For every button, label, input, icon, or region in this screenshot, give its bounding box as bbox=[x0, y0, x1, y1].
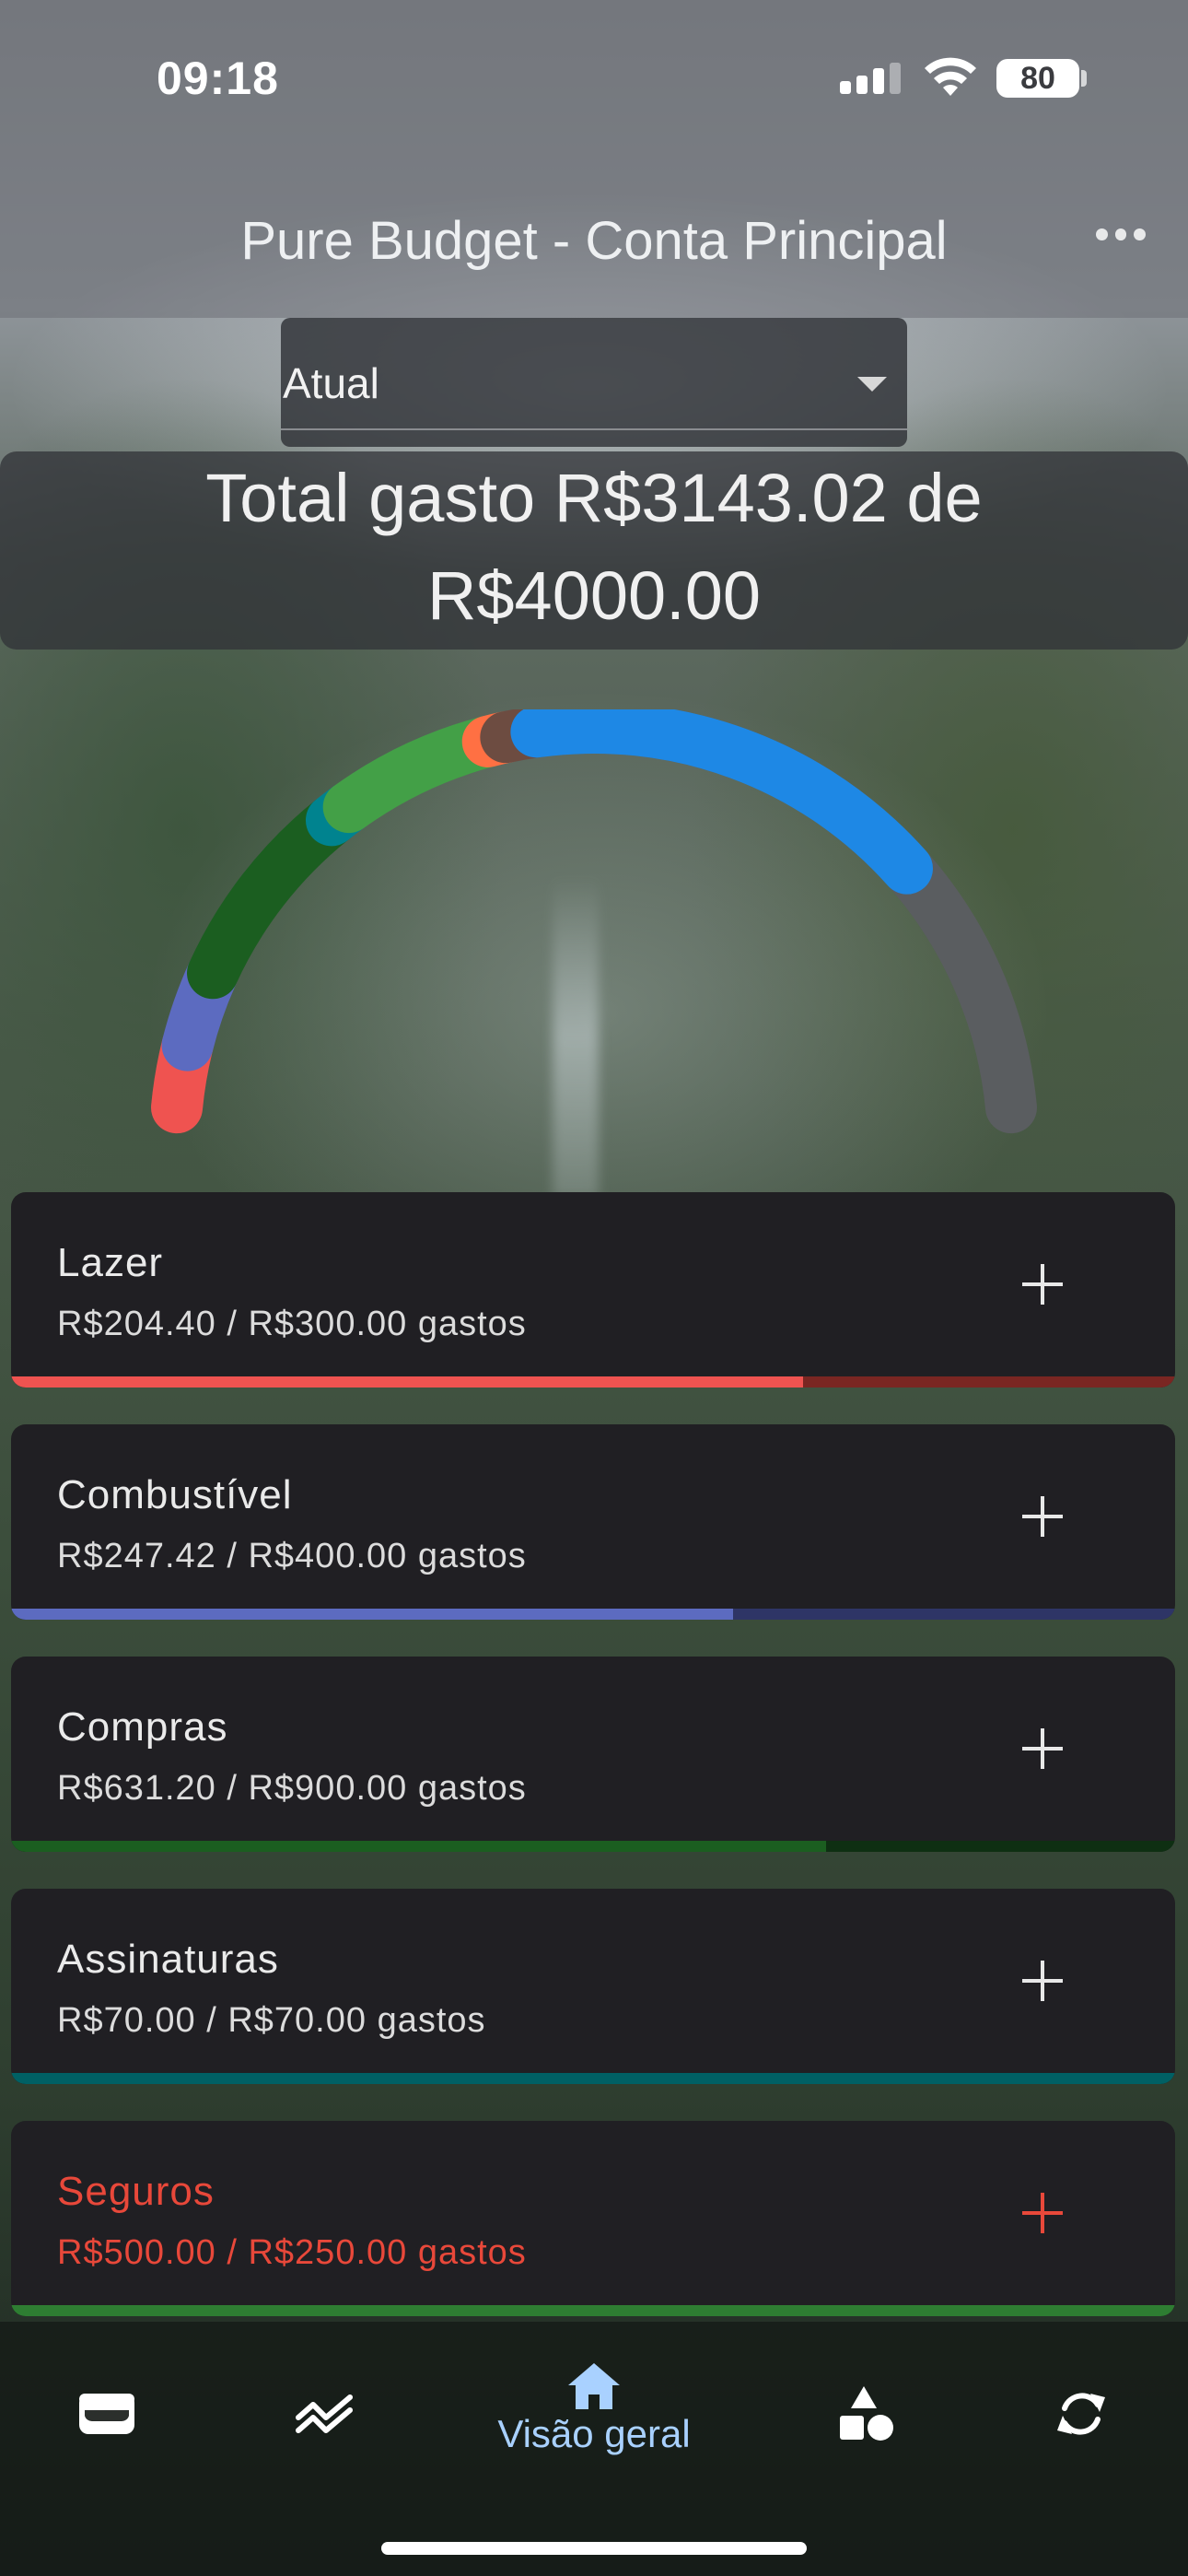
category-progress-bar bbox=[11, 1609, 1175, 1620]
add-expense-icon[interactable] bbox=[1006, 1480, 1079, 1553]
category-card-assinaturas[interactable]: Assinaturas R$70.00 / R$70.00 gastos bbox=[11, 1889, 1175, 2084]
category-amount: R$500.00 / R$250.00 gastos bbox=[57, 2233, 527, 2272]
wifi-icon bbox=[925, 57, 976, 96]
home-indicator bbox=[381, 2542, 807, 2555]
add-expense-icon[interactable] bbox=[1006, 1247, 1079, 1321]
category-amount: R$631.20 / R$900.00 gastos bbox=[57, 1769, 527, 1808]
home-icon bbox=[568, 2363, 620, 2409]
status-time: 09:18 bbox=[157, 53, 279, 104]
nav-trends-tab[interactable] bbox=[269, 2359, 379, 2469]
wallet-icon bbox=[79, 2394, 134, 2434]
category-name: Compras bbox=[57, 1704, 228, 1750]
budget-gauge bbox=[151, 709, 1037, 1134]
category-amount: R$247.42 / R$400.00 gastos bbox=[57, 1537, 527, 1575]
battery-icon: 80 bbox=[996, 59, 1079, 98]
category-name: Combustível bbox=[57, 1472, 293, 1517]
category-progress-bar bbox=[11, 2305, 1175, 2316]
nav-overview-label: Visão geral bbox=[497, 2412, 691, 2455]
category-amount: R$70.00 / R$70.00 gastos bbox=[57, 2001, 486, 2040]
cellular-signal-icon bbox=[840, 63, 901, 94]
recurring-icon bbox=[1057, 2393, 1105, 2435]
nav-recurring-tab[interactable] bbox=[1026, 2359, 1136, 2469]
category-progress-fill bbox=[11, 1841, 826, 1852]
category-progress-bar bbox=[11, 1376, 1175, 1388]
battery-level: 80 bbox=[1020, 60, 1055, 96]
total-spent-text: Total gasto R$3143.02 de bbox=[205, 460, 983, 536]
trends-icon bbox=[296, 2395, 353, 2433]
category-name: Assinaturas bbox=[57, 1937, 279, 1982]
dropdown-arrow-icon bbox=[857, 377, 887, 392]
more-horizontal-icon[interactable] bbox=[1096, 228, 1147, 241]
nav-wallet-tab[interactable] bbox=[52, 2359, 162, 2469]
dropdown-underline bbox=[281, 428, 907, 430]
category-name: Lazer bbox=[57, 1240, 164, 1285]
gauge-segment-7 bbox=[510, 709, 933, 895]
category-amount: R$204.40 / R$300.00 gastos bbox=[57, 1305, 527, 1343]
category-progress-fill bbox=[11, 1376, 803, 1388]
category-card-compras[interactable]: Compras R$631.20 / R$900.00 gastos bbox=[11, 1657, 1175, 1852]
category-card-combustivel[interactable]: Combustível R$247.42 / R$400.00 gastos bbox=[11, 1424, 1175, 1620]
category-card-lazer[interactable]: Lazer R$204.40 / R$300.00 gastos bbox=[11, 1192, 1175, 1388]
categories-icon bbox=[840, 2386, 893, 2441]
category-progress-fill bbox=[11, 1609, 733, 1620]
category-progress-bar bbox=[11, 2073, 1175, 2084]
period-dropdown[interactable]: Atual bbox=[281, 318, 907, 447]
category-progress-bar bbox=[11, 1841, 1175, 1852]
add-expense-icon[interactable] bbox=[1006, 1712, 1079, 1786]
gauge-segment-2 bbox=[187, 794, 357, 1000]
category-card-seguros[interactable]: Seguros R$500.00 / R$250.00 gastos bbox=[11, 2121, 1175, 2316]
gauge-track bbox=[151, 709, 1037, 1134]
nav-categories-tab[interactable] bbox=[810, 2359, 921, 2469]
period-dropdown-value: Atual bbox=[283, 359, 379, 407]
add-expense-icon[interactable] bbox=[1006, 2176, 1079, 2250]
category-name: Seguros bbox=[57, 2169, 215, 2214]
add-expense-icon[interactable] bbox=[1006, 1944, 1079, 2018]
category-progress-fill bbox=[11, 2305, 1175, 2316]
page-title: Pure Budget - Conta Principal bbox=[240, 211, 948, 271]
category-progress-fill bbox=[11, 2073, 1175, 2084]
battery-cap bbox=[1081, 70, 1087, 87]
total-budget-text: R$4000.00 bbox=[426, 557, 762, 634]
